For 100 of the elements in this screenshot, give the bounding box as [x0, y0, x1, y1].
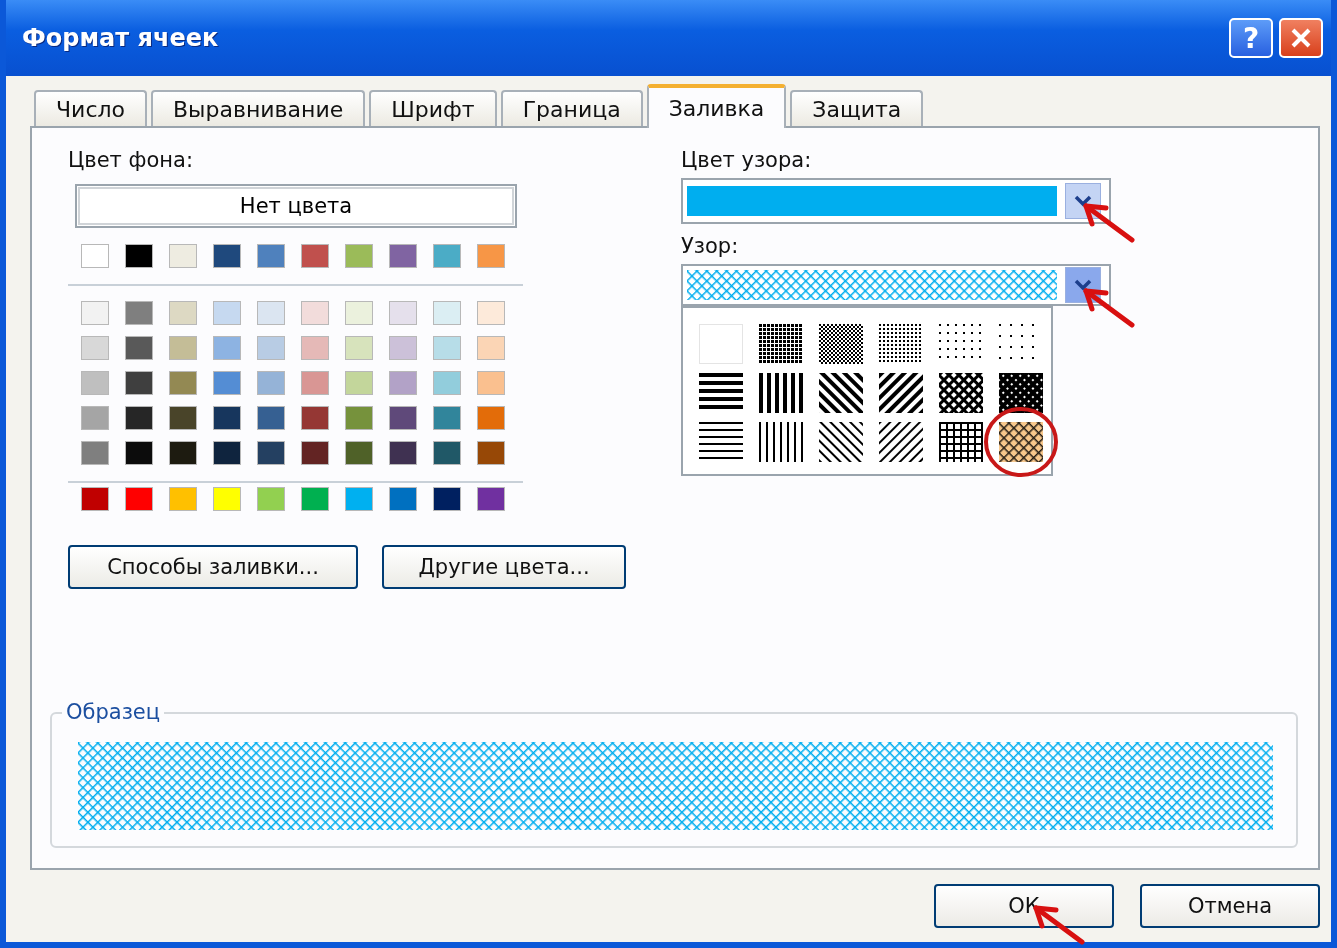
- color-swatch[interactable]: [433, 301, 461, 325]
- color-swatch[interactable]: [213, 487, 241, 511]
- color-swatch[interactable]: [301, 371, 329, 395]
- color-swatch[interactable]: [301, 487, 329, 511]
- pattern-swatch: [999, 422, 1043, 462]
- pattern-dropdown[interactable]: [681, 264, 1111, 306]
- color-swatch[interactable]: [345, 244, 373, 268]
- color-swatch[interactable]: [257, 336, 285, 360]
- color-swatch[interactable]: [345, 371, 373, 395]
- color-swatch[interactable]: [125, 441, 153, 465]
- color-swatch[interactable]: [81, 301, 109, 325]
- color-swatch[interactable]: [257, 441, 285, 465]
- color-swatch[interactable]: [301, 336, 329, 360]
- color-swatch[interactable]: [477, 487, 505, 511]
- tab[interactable]: Выравнивание: [151, 90, 366, 126]
- color-swatch[interactable]: [169, 336, 197, 360]
- tab[interactable]: Заливка: [646, 84, 787, 128]
- color-swatch[interactable]: [125, 371, 153, 395]
- dialog-button[interactable]: Отмена: [1140, 884, 1320, 928]
- no-color-button[interactable]: Нет цвета: [75, 184, 517, 228]
- color-swatch[interactable]: [477, 336, 505, 360]
- color-swatch[interactable]: [389, 301, 417, 325]
- color-swatch[interactable]: [389, 371, 417, 395]
- color-swatch[interactable]: [213, 441, 241, 465]
- color-swatch[interactable]: [169, 371, 197, 395]
- color-swatch[interactable]: [389, 441, 417, 465]
- tab[interactable]: Граница: [500, 90, 643, 126]
- color-swatch[interactable]: [169, 406, 197, 430]
- color-swatch[interactable]: [257, 487, 285, 511]
- pattern-option[interactable]: [819, 324, 863, 364]
- color-swatch[interactable]: [345, 406, 373, 430]
- color-swatch[interactable]: [213, 406, 241, 430]
- color-swatch[interactable]: [213, 336, 241, 360]
- color-swatch[interactable]: [81, 441, 109, 465]
- color-swatch[interactable]: [81, 487, 109, 511]
- color-swatch[interactable]: [301, 301, 329, 325]
- pattern-option[interactable]: [999, 422, 1043, 462]
- color-swatch[interactable]: [169, 301, 197, 325]
- color-swatch[interactable]: [125, 406, 153, 430]
- color-swatch[interactable]: [345, 301, 373, 325]
- pattern-swatch: [879, 422, 923, 462]
- help-button[interactable]: ?: [1229, 18, 1273, 58]
- color-swatch[interactable]: [433, 371, 461, 395]
- pattern-option[interactable]: [879, 324, 923, 364]
- color-swatch[interactable]: [81, 336, 109, 360]
- tab[interactable]: Шрифт: [369, 90, 497, 126]
- color-swatch[interactable]: [345, 336, 373, 360]
- color-swatch[interactable]: [301, 441, 329, 465]
- color-swatch[interactable]: [433, 406, 461, 430]
- tab[interactable]: Защита: [790, 90, 924, 126]
- color-swatch[interactable]: [257, 301, 285, 325]
- color-swatch[interactable]: [389, 336, 417, 360]
- pattern-option[interactable]: [759, 373, 803, 413]
- pattern-option[interactable]: [819, 373, 863, 413]
- dialog-button[interactable]: Способы заливки...: [68, 545, 358, 589]
- pattern-color-dropdown[interactable]: [681, 178, 1111, 224]
- color-swatch[interactable]: [169, 244, 197, 268]
- pattern-option[interactable]: [879, 422, 923, 462]
- color-swatch[interactable]: [301, 244, 329, 268]
- color-swatch[interactable]: [213, 244, 241, 268]
- color-swatch[interactable]: [125, 244, 153, 268]
- color-swatch[interactable]: [213, 371, 241, 395]
- color-swatch[interactable]: [257, 244, 285, 268]
- color-swatch[interactable]: [345, 487, 373, 511]
- color-swatch[interactable]: [477, 441, 505, 465]
- color-swatch[interactable]: [81, 406, 109, 430]
- pattern-option[interactable]: [879, 373, 923, 413]
- color-swatch[interactable]: [477, 406, 505, 430]
- color-swatch[interactable]: [125, 487, 153, 511]
- close-button[interactable]: [1279, 18, 1323, 58]
- pattern-option[interactable]: [819, 422, 863, 462]
- dialog-button[interactable]: Другие цвета...: [382, 545, 626, 589]
- color-swatch[interactable]: [389, 244, 417, 268]
- color-swatch[interactable]: [433, 244, 461, 268]
- tab[interactable]: Число: [34, 90, 147, 126]
- color-swatch[interactable]: [257, 371, 285, 395]
- color-swatch[interactable]: [169, 487, 197, 511]
- pattern-option[interactable]: [999, 373, 1043, 413]
- color-swatch[interactable]: [477, 301, 505, 325]
- color-swatch[interactable]: [257, 406, 285, 430]
- color-swatch[interactable]: [81, 244, 109, 268]
- color-swatch[interactable]: [125, 336, 153, 360]
- color-swatch[interactable]: [81, 371, 109, 395]
- color-swatch[interactable]: [389, 406, 417, 430]
- color-swatch[interactable]: [433, 441, 461, 465]
- pattern-option[interactable]: [759, 324, 803, 364]
- color-swatch[interactable]: [213, 301, 241, 325]
- color-swatch[interactable]: [169, 441, 197, 465]
- color-swatch[interactable]: [389, 487, 417, 511]
- color-swatch[interactable]: [433, 336, 461, 360]
- pattern-option[interactable]: [939, 422, 983, 462]
- color-swatch[interactable]: [125, 301, 153, 325]
- color-swatch[interactable]: [301, 406, 329, 430]
- color-swatch[interactable]: [345, 441, 373, 465]
- color-swatch[interactable]: [477, 244, 505, 268]
- pattern-swatch: [759, 324, 803, 364]
- pattern-option[interactable]: [939, 373, 983, 413]
- window-title: Формат ячеек: [22, 24, 219, 52]
- color-swatch[interactable]: [477, 371, 505, 395]
- color-swatch[interactable]: [433, 487, 461, 511]
